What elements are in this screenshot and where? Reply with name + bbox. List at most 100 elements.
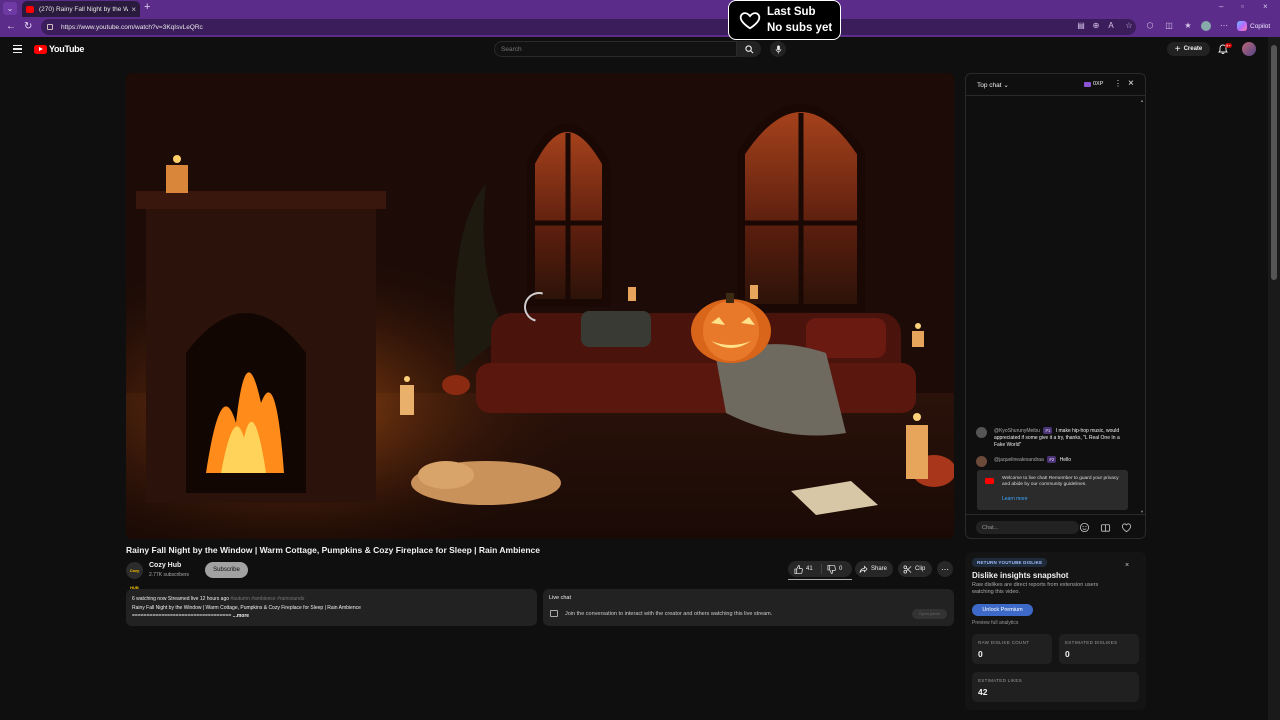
split-screen-icon[interactable]: ◫ [1164,21,1174,31]
scissors-icon [903,565,912,573]
address-bar[interactable]: https://www.youtube.com/watch?v=3KqIsvLe… [41,19,1136,35]
search-button[interactable] [737,41,761,57]
xp-indicator[interactable]: 0XP [1084,81,1103,87]
gift-icon[interactable] [1100,522,1111,533]
emoji-icon[interactable] [1079,522,1090,533]
crown-icon [1084,81,1091,87]
notification-badge: 9+ [1225,43,1232,48]
description-line-2: ================================== ...mo… [132,612,531,620]
panel-close-icon[interactable]: × [1125,562,1129,569]
stat-card-raw-dislikes: RAW DISLIKE COUNT 0 [972,634,1052,664]
microphone-icon [775,44,781,54]
search-icon [744,44,753,53]
clip-button[interactable]: Clip [898,561,932,577]
welcome-text: Welcome to live chat! Remember to guard … [1002,476,1119,487]
minimize-icon[interactable]: – [1219,2,1223,11]
chat-close-icon[interactable]: × [1128,78,1134,89]
rank-badge: #2 [1047,456,1057,463]
copilot-label: Copilot [1250,22,1271,30]
new-tab-icon[interactable]: + [144,1,150,13]
chat-author-avatar[interactable] [976,456,987,467]
read-aloud-icon[interactable]: A [1106,21,1116,31]
maximize-icon[interactable]: ▫ [1241,2,1244,11]
zoom-icon[interactable]: ⊕ [1091,21,1101,31]
panel-title: Dislike insights snapshot [972,571,1069,580]
channel-name[interactable]: Cozy Hub [149,562,181,569]
refresh-icon[interactable]: ↻ [24,21,32,32]
youtube-logo[interactable]: YouTube [34,44,84,54]
channel-avatar[interactable]: Cozy HUB [126,562,143,590]
thumbs-down-icon [827,564,836,574]
settings-more-icon[interactable]: ⋯ [1219,21,1229,31]
tab-actions-icon[interactable]: ⌄ [3,2,17,15]
live-chat-card-title: Live chat [549,595,572,601]
chat-header: Top chat ⌄ 0XP ⋮ × [966,74,1145,96]
stat-value: 42 [978,687,988,697]
stat-card-estimated-likes: ESTIMATED LIKES 42 [972,672,1139,702]
video-player[interactable] [126,73,954,539]
browser-profile-avatar[interactable] [1201,21,1211,31]
chat-welcome-notice: Welcome to live chat! Remember to guard … [977,470,1128,510]
search-box [494,41,737,57]
copilot-icon [1237,21,1247,31]
live-chat-panel: Top chat ⌄ 0XP ⋮ × ▲ ▼ @KyoShurunyMeibu … [965,73,1146,539]
chat-message[interactable]: @KyoShurunyMeibu #1 I make hip-hop music… [976,427,1129,449]
xp-value: 0XP [1093,81,1104,87]
browser-tab-bar: ⌄ (270) Rainy Fall Night by the Window |… [0,0,1280,17]
copilot-button[interactable]: Copilot [1237,20,1270,32]
heart-icon[interactable] [1121,522,1132,533]
subscribe-button[interactable]: Subscribe [205,562,248,578]
dislike-button[interactable]: 0 [822,564,842,574]
account-avatar[interactable] [1242,42,1256,56]
reading-view-icon[interactable]: ▤ [1076,21,1086,31]
tab-close-icon[interactable]: × [131,5,136,14]
tab-title: (270) Rainy Fall Night by the Window | W… [39,5,129,13]
top-chat-dropdown[interactable]: Top chat ⌄ [977,81,1009,89]
open-panel-button[interactable]: Open panel [912,609,947,619]
more-actions-icon[interactable]: ⋯ [937,561,953,577]
share-button[interactable]: Share [855,561,893,577]
extension-tag: RETURN YOUTUBE DISLIKE [972,558,1048,567]
youtube-play-icon [34,44,47,54]
page-scrollbar-thumb[interactable] [1271,45,1277,280]
browser-tab-active[interactable]: (270) Rainy Fall Night by the Window | W… [22,1,140,17]
view-stats: 6 watching now Streamed live 12 hours ag… [132,596,230,602]
learn-more-link[interactable]: Learn more [1002,496,1028,502]
chat-message[interactable]: @jaquelinealexandraa #2 Hello [976,456,1129,467]
chat-author[interactable]: @jaquelinealexandraa [994,457,1044,463]
chat-author[interactable]: @KyoShurunyMeibu [994,428,1040,434]
chat-input[interactable] [976,521,1079,534]
lock-icon [47,24,53,30]
back-icon[interactable]: ← [6,21,16,32]
chat-text: Hello [1059,457,1072,463]
stat-value: 0 [978,649,983,659]
extensions-icon[interactable]: ⬡ [1145,21,1155,31]
last-sub-status: No subs yet [767,22,833,34]
chat-author-avatar[interactable] [976,427,987,438]
create-button[interactable]: + Create [1167,42,1210,56]
description-separator: ================================== [132,613,232,619]
show-more-link[interactable]: ...more [233,613,249,619]
favorite-star-icon[interactable]: ☆ [1124,21,1134,31]
chat-more-icon[interactable]: ⋮ [1114,79,1122,88]
youtube-logo-text: YouTube [49,44,85,54]
preview-analytics-link[interactable]: Preview full analytics [972,620,1018,626]
window-close-icon[interactable]: × [1263,2,1268,11]
hashtags[interactable]: #autumn #ambience #rainsounds [230,596,304,602]
share-icon [859,564,868,573]
search-input[interactable] [501,45,736,53]
description-box[interactable]: 6 watching now Streamed live 12 hours ag… [126,589,537,626]
chat-scrollbar[interactable]: ▲ ▼ [1140,98,1145,514]
live-chat-card: Live chat Join the conversation to inter… [543,589,954,626]
favorites-icon[interactable]: ★ [1183,21,1193,31]
like-button[interactable]: 41 [788,564,822,574]
youtube-favicon-icon [26,5,34,13]
panel-description: Raw dislikes are direct reports from ext… [972,582,1099,595]
scroll-up-icon[interactable]: ▲ [1140,98,1144,103]
clip-label: Clip [915,566,926,572]
stat-label: ESTIMATED DISLIKES [1065,640,1118,645]
stat-card-estimated-dislikes: ESTIMATED DISLIKES 0 [1059,634,1139,664]
menu-icon[interactable] [13,45,22,53]
unlock-premium-button[interactable]: Unlock Premium [972,604,1033,616]
voice-search-button[interactable] [770,41,786,57]
